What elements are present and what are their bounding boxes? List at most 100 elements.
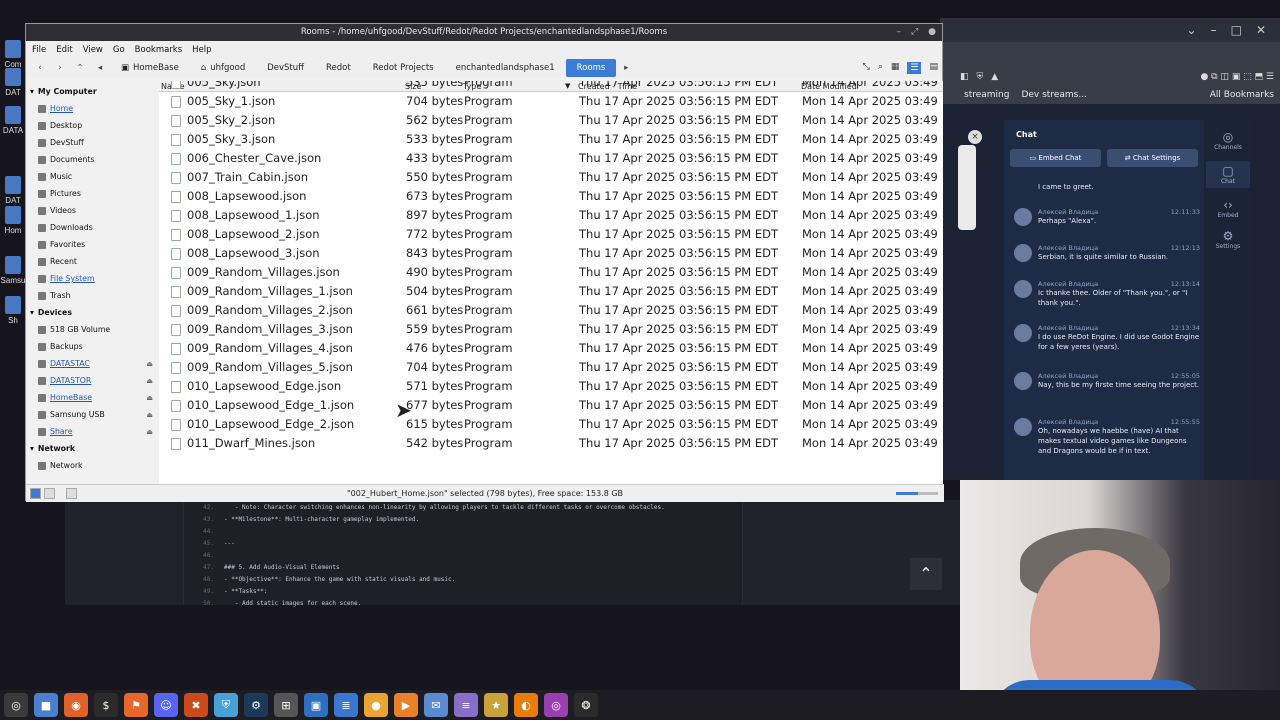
sidebar-item-favorites[interactable]: Favorites xyxy=(26,236,157,253)
steam-icon[interactable]: ⚙ xyxy=(244,693,268,717)
desktop-icon[interactable]: Samsu xyxy=(0,256,26,285)
extension-icon[interactable]: ◧ xyxy=(960,72,969,82)
menu-view[interactable]: View xyxy=(83,45,103,55)
eject-icon[interactable]: ⏏ xyxy=(146,411,153,419)
sidebar-item-devstuff[interactable]: DevStuff xyxy=(26,134,157,151)
eject-icon[interactable]: ⏏ xyxy=(146,377,153,385)
table-row[interactable]: 010_Lapsewood_Edge_2.json 615 bytes Progra… xyxy=(159,415,943,434)
sidebar-device-datastor[interactable]: DATASTOR ⏏ xyxy=(26,372,157,389)
sidebar-item-videos[interactable]: Videos xyxy=(26,202,157,219)
sidebar-device-samsung-usb[interactable]: Samsung USB ⏏ xyxy=(26,406,157,423)
table-row[interactable]: 009_Random_Villages_3.json 559 bytes Progr… xyxy=(159,320,943,339)
compact-view-icon[interactable]: ▤ xyxy=(929,62,938,74)
eject-icon[interactable]: ⏏ xyxy=(146,360,153,368)
rail-settings[interactable]: ⚙ Settings xyxy=(1206,229,1250,250)
rail-channels[interactable]: ◎ Channels xyxy=(1206,130,1250,151)
forward-icon[interactable]: › xyxy=(50,63,70,73)
files-icon[interactable]: ■ xyxy=(34,693,58,717)
table-row[interactable]: 008_Lapsewood_2.json 772 bytes Program Thu … xyxy=(159,225,943,244)
breadcrumb-item[interactable]: Redot xyxy=(315,59,362,77)
document-icon[interactable]: ≣ xyxy=(334,693,358,717)
embed-chat-button[interactable]: ▭ Embed Chat xyxy=(1010,149,1101,167)
eject-icon[interactable]: ⏏ xyxy=(146,394,153,402)
globe-icon[interactable]: ● xyxy=(364,693,388,717)
bookmark-all[interactable]: All Bookmarks xyxy=(1210,90,1280,100)
menu-file[interactable]: File xyxy=(32,45,46,55)
table-row[interactable]: 008_Lapsewood_3.json 843 bytes Program Thu … xyxy=(159,244,943,263)
breadcrumb-item[interactable]: Redot Projects xyxy=(362,59,445,77)
show-tree-icon[interactable] xyxy=(44,488,55,499)
bookmark-streaming[interactable]: streaming xyxy=(964,90,1009,100)
sidebar-device-share[interactable]: Share ⏏ xyxy=(26,423,157,440)
desktop-icon[interactable]: DATA xyxy=(0,106,26,135)
breadcrumb-item[interactable]: ▣ HomeBase xyxy=(110,59,190,77)
scroll-right-icon[interactable]: ▸ xyxy=(616,63,636,73)
sidebar-network[interactable]: ▾ Network xyxy=(26,440,157,457)
firefox-icon[interactable]: ◉ xyxy=(64,693,88,717)
desktop-icon[interactable]: DAT xyxy=(0,176,26,205)
table-row[interactable]: 009_Random_Villages_1.json 504 bytes Progr… xyxy=(159,282,943,301)
text-editor-icon[interactable]: ≡ xyxy=(454,693,478,717)
up-icon[interactable]: ⌃ xyxy=(70,63,90,73)
breadcrumb-item[interactable]: Rooms xyxy=(565,59,617,77)
sidebar-item-trash[interactable]: Trash xyxy=(26,287,157,304)
sidebar-item-desktop[interactable]: Desktop xyxy=(26,117,157,134)
eject-icon[interactable]: ⏏ xyxy=(146,428,153,436)
sidebar-devices[interactable]: ▾ Devices xyxy=(26,304,157,321)
search-icon[interactable]: ⌕ xyxy=(878,62,883,74)
table-row[interactable]: 009_Random_Villages_4.json 476 bytes Progr… xyxy=(159,339,943,358)
table-row[interactable]: 009_Random_Villages.json 490 bytes Program… xyxy=(159,263,943,282)
media-icon[interactable]: ▶ xyxy=(394,693,418,717)
hide-sidebar-icon[interactable] xyxy=(66,488,77,499)
sidebar-item-downloads[interactable]: Downloads xyxy=(26,219,157,236)
show-places-icon[interactable] xyxy=(30,488,41,499)
sidebar-device-homebase[interactable]: HomeBase ⏏ xyxy=(26,389,157,406)
rail-embed[interactable]: ‹› Embed xyxy=(1206,198,1250,219)
menu-icon[interactable]: ◎ xyxy=(4,693,28,717)
table-row[interactable]: 005_Sky_3.json 533 bytes Program Thu 17 Apr… xyxy=(159,130,943,149)
blender-icon[interactable]: ◐ xyxy=(514,693,538,717)
desktop-icon[interactable]: Com xyxy=(0,40,26,69)
bookmark-dev-streams[interactable]: Dev streams... xyxy=(1021,90,1086,100)
table-row[interactable]: 005_Sky_1.json 704 bytes Program Thu 17 Apr… xyxy=(159,92,943,111)
table-row[interactable]: 007_Train_Cabin.json 550 bytes Program Thu … xyxy=(159,168,943,187)
sidebar-my-computer[interactable]: ▾ My Computer xyxy=(26,83,157,100)
breadcrumb-item[interactable]: DevStuff xyxy=(256,59,315,77)
table-row[interactable]: 006_Chester_Cave.json 433 bytes Program Thu… xyxy=(159,149,943,168)
menu-help[interactable]: Help xyxy=(192,45,211,55)
sidebar-item-file-system[interactable]: File System xyxy=(26,270,157,287)
icon-view-icon[interactable]: ▦ xyxy=(891,62,900,74)
sidebar-item-recent[interactable]: Recent xyxy=(26,253,157,270)
sidebar-item-home[interactable]: Home xyxy=(26,100,157,117)
table-row[interactable]: 008_Lapsewood.json 673 bytes Program Thu 17… xyxy=(159,187,943,206)
list-view-icon[interactable]: ☰ xyxy=(907,62,922,74)
window-titlebar[interactable]: Rooms - /home/uhfgood/DevStuff/Redot/Red… xyxy=(26,24,942,41)
warning-icon[interactable]: ▲ xyxy=(991,72,998,82)
close-icon[interactable]: ✕ xyxy=(1256,23,1266,37)
close-icon[interactable]: × xyxy=(968,130,982,144)
table-row[interactable]: 005_Sky.json 535 bytes Program Thu 17 Apr 2… xyxy=(159,81,943,92)
table-row[interactable]: 005_Sky_2.json 562 bytes Program Thu 17 Apr… xyxy=(159,111,943,130)
chat-settings-button[interactable]: ⇄ Chat Settings xyxy=(1107,149,1198,167)
desktop-icon[interactable]: DAT xyxy=(0,68,26,97)
table-row[interactable]: 009_Random_Villages_2.json 661 bytes Progr… xyxy=(159,301,943,320)
chevron-down-icon[interactable]: ⌄ xyxy=(1187,23,1197,37)
sidebar-item-network[interactable]: Network xyxy=(26,457,157,474)
sidebar-device-datastac[interactable]: DATASTAC ⏏ xyxy=(26,355,157,372)
table-row[interactable]: 009_Random_Villages_5.json 704 bytes Progr… xyxy=(159,358,943,377)
maximize-icon[interactable]: □ xyxy=(1231,23,1242,37)
menu-go[interactable]: Go xyxy=(113,45,125,55)
table-row[interactable]: 011_Dwarf_Mines.json 542 bytes Program Thu … xyxy=(159,434,943,453)
scrollbar-thumb[interactable] xyxy=(958,145,976,230)
breadcrumb-item[interactable]: enchantedlandsphase1 xyxy=(445,59,566,77)
sidebar-item-music[interactable]: Music xyxy=(26,168,157,185)
minimize-icon[interactable]: – xyxy=(1211,23,1217,37)
close-icon[interactable]: ● xyxy=(928,24,936,41)
scroll-to-top-button[interactable]: ⌃ xyxy=(910,558,942,590)
git-icon[interactable]: ⚑ xyxy=(124,693,148,717)
sidebar-device-518-gb-volume[interactable]: 518 GB Volume xyxy=(26,321,157,338)
camera-icon[interactable]: ▣ xyxy=(304,693,328,717)
terminal-icon[interactable]: ⤡ xyxy=(863,62,870,74)
table-row[interactable]: 010_Lapsewood_Edge_1.json 677 bytes Progra… xyxy=(159,396,943,415)
terminal-icon[interactable]: $ xyxy=(94,693,118,717)
